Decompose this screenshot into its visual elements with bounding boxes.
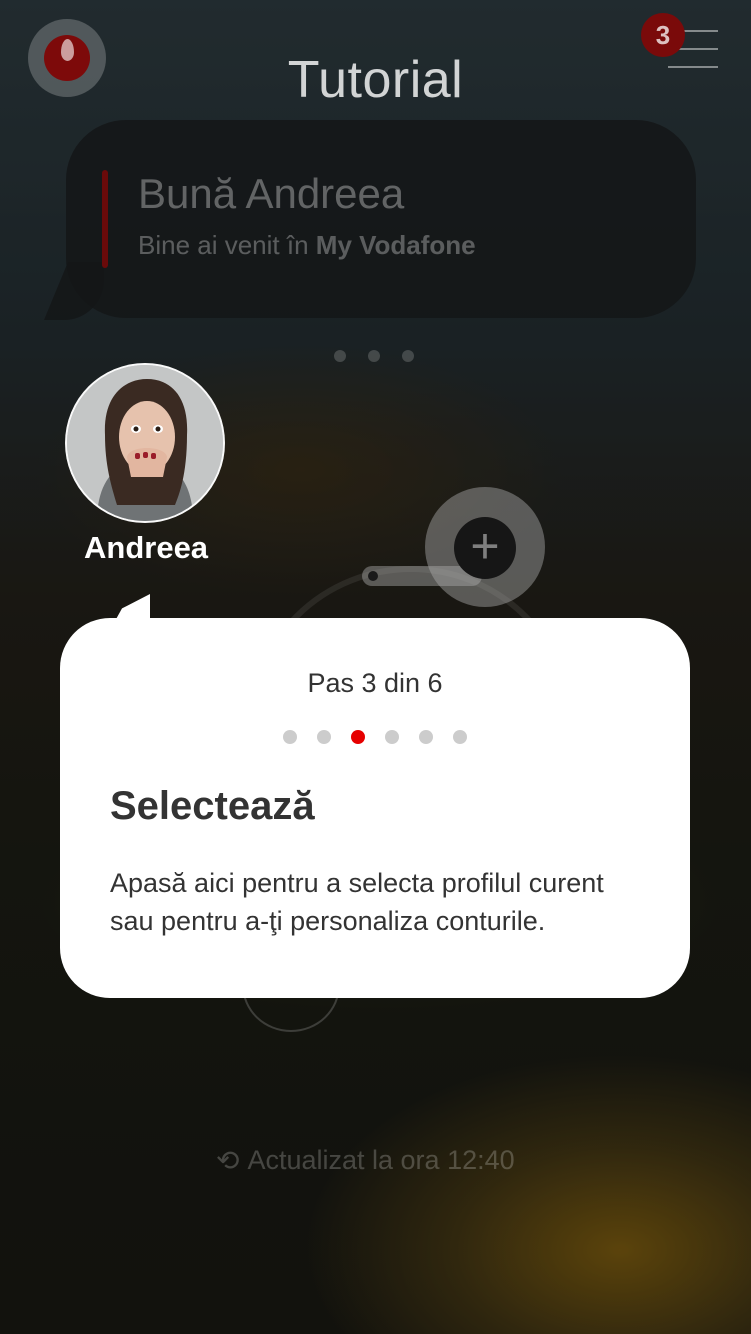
refresh-icon[interactable]: ⟲ [216, 1144, 239, 1177]
tutorial-title: Selectează [110, 784, 315, 828]
step-dot-5 [419, 730, 433, 744]
plus-icon[interactable]: + [454, 517, 516, 579]
tutorial-step: Pas 3 din 6 [307, 668, 443, 698]
avatar[interactable] [65, 363, 225, 523]
pager-dot[interactable] [402, 350, 414, 362]
tutorial-card[interactable]: Pas 3 din 6 Selectează Apasă aici pentru… [60, 618, 690, 998]
step-dot-1 [283, 730, 297, 744]
welcome-prefix: Bine ai venit în [138, 230, 316, 260]
welcome-brand: My Vodafone [315, 230, 476, 260]
greeting-hello: Bună Andreea [138, 170, 405, 217]
last-updated-text: Actualizat la ora 12:40 [247, 1145, 515, 1175]
greeting-welcome: Bine ai venit în My Vodafone [138, 230, 476, 261]
step-dot-6 [453, 730, 467, 744]
greeting-accent-bar [102, 170, 108, 268]
pager-dot[interactable] [334, 350, 346, 362]
greeting-bubble: Bună Andreea Bine ai venit în My Vodafon… [66, 120, 696, 318]
step-dot-4 [385, 730, 399, 744]
step-dot-2 [317, 730, 331, 744]
step-dot-3 [351, 730, 365, 744]
last-updated: ⟲ Actualizat la ora 12:40 [216, 1144, 515, 1177]
tutorial-description: Apasă aici pentru a selecta profilul cur… [110, 868, 604, 936]
pager-dot[interactable] [368, 350, 380, 362]
page-title: Tutorial [287, 51, 464, 109]
profile-name: Andreea [84, 530, 209, 565]
